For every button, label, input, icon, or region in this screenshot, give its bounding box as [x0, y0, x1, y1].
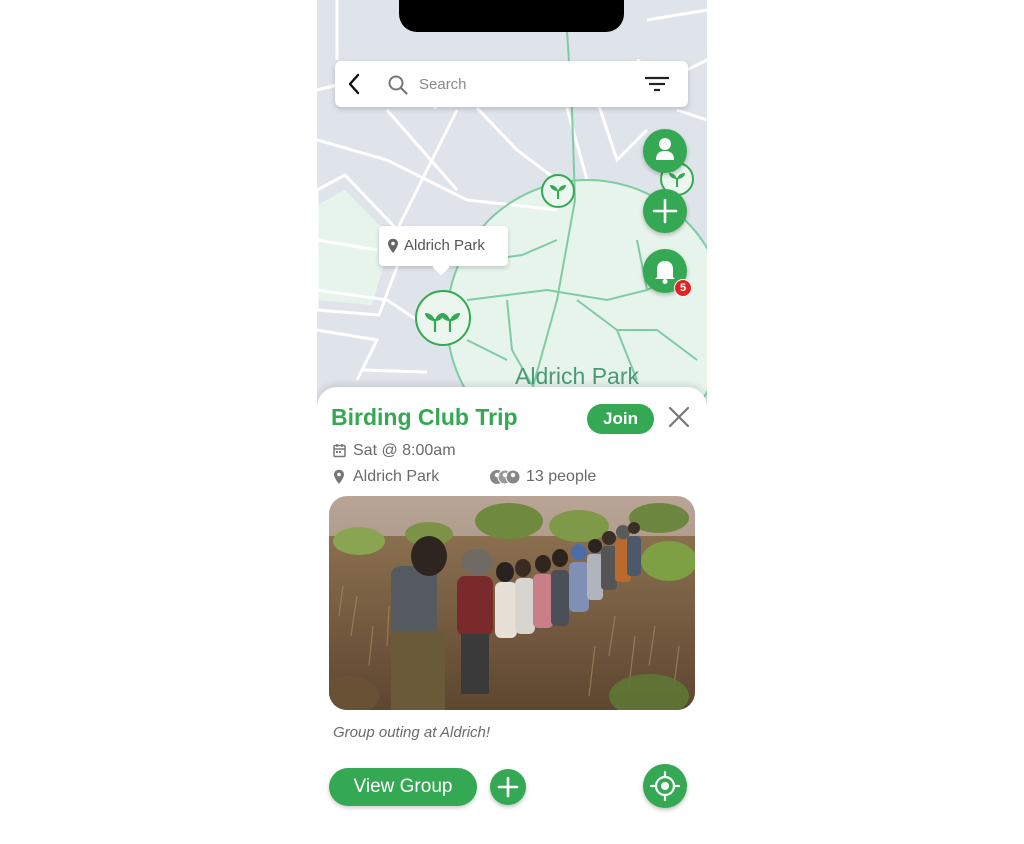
view-group-button[interactable]: View Group — [329, 768, 477, 806]
event-detail-sheet: Birding Club Trip Join Sat @ 8:00am Aldr… — [317, 387, 707, 844]
map-view[interactable]: 5 Aldrich Park Aldrich Park — [317, 0, 707, 420]
phone-screen: 5 Aldrich Park Aldrich Park Birding Cl — [317, 0, 707, 844]
search-bar — [335, 61, 688, 107]
notification-badge: 5 — [674, 279, 692, 297]
location-pin-icon — [388, 238, 398, 253]
group-hiking-photo — [329, 496, 695, 710]
plus-icon — [652, 198, 678, 224]
notifications-button[interactable]: 5 — [643, 249, 692, 297]
sprout-icon — [550, 185, 566, 199]
crosshair-icon — [649, 770, 681, 802]
event-title: Birding Club Trip — [331, 404, 518, 430]
add-event-button[interactable] — [643, 189, 687, 233]
map-pin-sprout[interactable] — [541, 174, 575, 208]
tooltip-label: Aldrich Park — [404, 237, 485, 254]
join-button[interactable]: Join — [587, 404, 654, 434]
event-datetime-row: Sat @ 8:00am — [333, 442, 533, 462]
search-icon — [388, 75, 408, 95]
sprout-icon — [425, 313, 460, 332]
person-icon — [656, 138, 674, 160]
event-location: Aldrich Park — [353, 468, 440, 485]
location-pin-icon — [334, 469, 344, 484]
event-location-row: Aldrich Park — [333, 468, 483, 488]
locate-button[interactable] — [643, 764, 687, 808]
selected-map-pin[interactable] — [415, 290, 471, 346]
map-location-tooltip[interactable]: Aldrich Park — [379, 226, 508, 266]
event-attendees: 13 people — [526, 468, 597, 485]
chevron-left-icon[interactable] — [347, 73, 361, 95]
group-icon — [490, 469, 521, 485]
close-icon[interactable] — [668, 406, 690, 428]
map-area-label: Aldrich Park — [515, 363, 639, 389]
search-input[interactable] — [419, 71, 619, 97]
add-button[interactable] — [490, 769, 526, 805]
plus-icon — [497, 776, 519, 798]
event-photo — [329, 496, 695, 710]
filter-icon[interactable] — [644, 75, 670, 93]
phone-notch — [399, 0, 624, 32]
event-datetime: Sat @ 8:00am — [353, 442, 456, 459]
profile-button[interactable] — [643, 129, 687, 173]
event-caption: Group outing at Aldrich! — [333, 724, 491, 741]
calendar-icon — [333, 444, 346, 458]
event-attendees-row: 13 people — [489, 468, 649, 488]
